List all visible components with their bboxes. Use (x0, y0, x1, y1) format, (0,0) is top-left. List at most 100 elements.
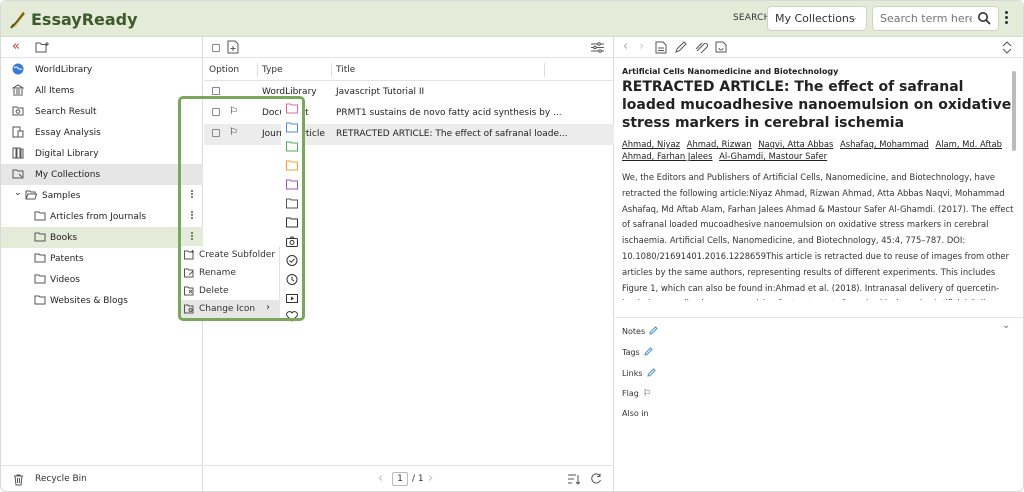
detail-panel: ‹ › Artificial Cells Nanomedicine and Bi… (615, 37, 1023, 491)
expand-collapse-icon[interactable] (1001, 41, 1013, 54)
links-field[interactable]: Links (622, 368, 656, 378)
sidebar-item-digital-library[interactable]: Digital Library (1, 143, 203, 164)
sort-icon[interactable] (568, 474, 580, 485)
recycle-bin[interactable]: Recycle Bin (1, 465, 203, 491)
tree-folder-patents[interactable]: Patents (1, 248, 203, 269)
document-icon[interactable] (655, 41, 667, 54)
tree-folder-websites[interactable]: Websites & Blogs (1, 290, 203, 311)
pencil-icon[interactable] (644, 347, 653, 356)
pencil-icon[interactable] (649, 326, 658, 335)
quill-logo-icon (10, 11, 25, 29)
collections-icon (12, 169, 24, 179)
filter-settings-icon[interactable] (591, 42, 604, 53)
tags-field[interactable]: Tags (622, 347, 653, 357)
tree-folder-label: Books (50, 232, 78, 243)
prev-page-icon[interactable]: ‹ (378, 471, 383, 486)
tree-folder-videos[interactable]: Videos (1, 269, 203, 290)
table-header: Option Type Title (204, 59, 614, 81)
author-link[interactable]: Ahmad, Rizwan (687, 139, 752, 149)
links-label: Links (622, 369, 643, 378)
list-toolbar (204, 37, 613, 58)
back-icon[interactable]: ‹ (623, 39, 628, 54)
attachment-icon[interactable] (695, 41, 708, 53)
author-link[interactable]: Ahmad, Niyaz (622, 139, 680, 149)
notes-field[interactable]: Notes (622, 326, 658, 336)
sidebar-item-worldlibrary[interactable]: WorldLibrary (1, 59, 203, 80)
collapse-sidebar-icon[interactable]: « (12, 39, 20, 54)
pencil-icon[interactable] (646, 368, 656, 377)
app-window: EssayReady SEARCH My Collections ⌄ « Wor… (0, 0, 1024, 492)
author-list: Ahmad, Niyaz Ahmad, Rizwan Naqvi, Atta A… (622, 138, 1014, 162)
chevron-down-icon: ⌄ (850, 13, 858, 23)
row-title: Javascript Tutorial II (336, 87, 425, 97)
flag-field[interactable]: Flag ⚐ (622, 389, 651, 399)
flag-label: Flag (622, 389, 639, 398)
sidebar-item-my-collections[interactable]: My Collections (1, 164, 203, 185)
author-link[interactable]: Ahmad, Farhan Jalees (622, 151, 712, 161)
select-all-checkbox[interactable] (212, 44, 220, 52)
folder-icon (34, 232, 46, 242)
search-icon[interactable] (977, 11, 991, 25)
row-checkbox[interactable] (212, 87, 220, 95)
author-link[interactable]: Ashafaq, Mohammad (840, 139, 929, 149)
globe-icon (12, 63, 24, 75)
abstract-text: We, the Editors and Publishers of Artifi… (622, 172, 1014, 300)
app-name: EssayReady (31, 9, 138, 29)
forward-icon[interactable]: › (639, 39, 644, 54)
folder-icon (34, 253, 46, 263)
recycle-bin-label: Recycle Bin (35, 474, 87, 484)
folder-icon (34, 211, 46, 221)
tree-folder-label: Patents (50, 253, 84, 264)
column-header-type[interactable]: Type (262, 65, 283, 75)
add-item-icon[interactable] (227, 40, 239, 54)
refresh-icon[interactable] (590, 473, 602, 485)
search-scope-select[interactable]: My Collections ⌄ (767, 6, 867, 31)
tree-folder-books[interactable]: Books (1, 227, 203, 248)
column-header-option[interactable]: Option (209, 65, 239, 75)
tree-folder-samples[interactable]: ⌄ Samples (1, 185, 203, 206)
also-in-field: Also in (622, 409, 649, 418)
sidebar-item-label: Essay Analysis (35, 127, 101, 138)
author-link[interactable]: Al-Ghamdi, Mastour Safer (719, 151, 827, 161)
sidebar-item-label: My Collections (35, 169, 101, 180)
sidebar-item-label: Search Result (35, 106, 97, 117)
flag-icon[interactable]: ⚐ (643, 389, 651, 399)
next-page-icon[interactable]: › (428, 471, 433, 486)
library-icon (12, 84, 24, 96)
detail-toolbar: ‹ › (615, 37, 1023, 58)
row-title: PRMT1 sustains de novo fatty acid synthe… (336, 108, 562, 118)
tags-label: Tags (622, 348, 640, 357)
trash-icon (14, 474, 23, 486)
chevron-down-icon[interactable]: ⌄ (1002, 320, 1010, 331)
pagination: ‹ 1 / 1 › (204, 465, 614, 491)
analysis-icon (12, 126, 24, 138)
folder-open-icon (25, 190, 37, 200)
sidebar-item-essay-analysis[interactable]: Essay Analysis (1, 122, 203, 143)
detail-scrollbar[interactable] (1012, 71, 1016, 151)
page-total: / 1 (412, 474, 424, 484)
more-menu-icon[interactable] (1005, 11, 1009, 27)
top-bar: EssayReady SEARCH My Collections ⌄ (1, 1, 1023, 37)
sync-icon[interactable] (715, 41, 727, 53)
sidebar-item-label: All Items (35, 85, 75, 96)
journal-name: Artificial Cells Nanomedicine and Biotec… (622, 67, 839, 76)
tree-folder-label: Websites & Blogs (50, 295, 128, 306)
row-title: RETRACTED ARTICLE: The effect of safrana… (336, 129, 568, 139)
sidebar: « WorldLibrary All Items Search Result E… (1, 37, 203, 491)
sidebar-item-all-items[interactable]: All Items (1, 80, 203, 101)
tree-folder-articles[interactable]: Articles from Journals (1, 206, 203, 227)
logo[interactable]: EssayReady (9, 8, 138, 30)
page-input[interactable]: 1 (392, 472, 408, 486)
column-header-title[interactable]: Title (336, 65, 355, 75)
author-link[interactable]: Alam, Md. Aftab (935, 139, 1002, 149)
new-folder-icon[interactable] (35, 41, 50, 53)
tree-folder-label: Videos (50, 274, 80, 285)
notes-label: Notes (622, 327, 646, 336)
also-in-label: Also in (622, 409, 649, 418)
sidebar-item-search-result[interactable]: Search Result (1, 101, 203, 122)
sidebar-item-label: Digital Library (35, 148, 99, 159)
edit-icon[interactable] (675, 41, 687, 53)
article-title: RETRACTED ARTICLE: The effect of safrana… (622, 79, 1012, 131)
tree-folder-label: Articles from Journals (50, 211, 147, 222)
author-link[interactable]: Naqvi, Atta Abbas (758, 139, 833, 149)
